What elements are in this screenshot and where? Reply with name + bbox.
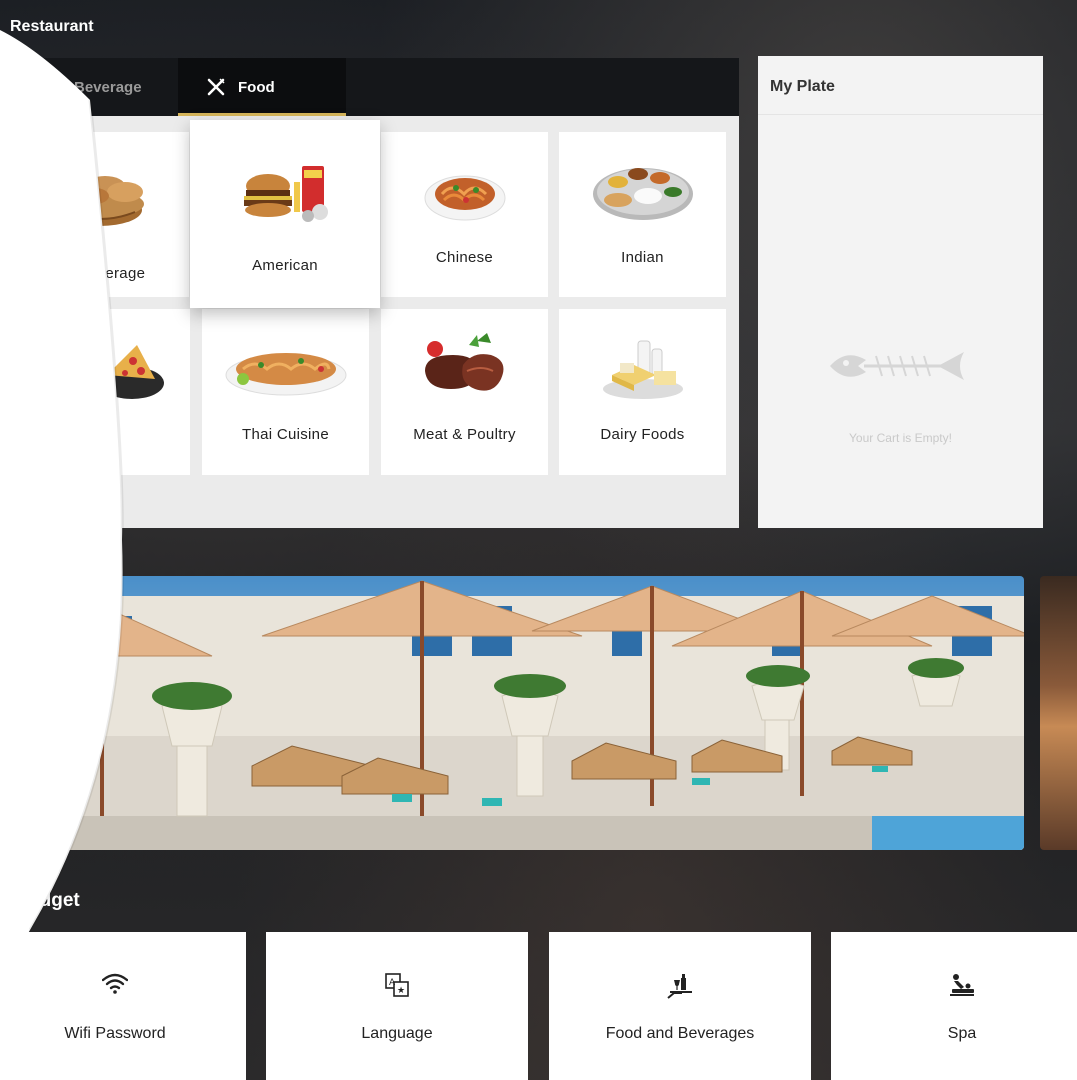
widget-food-and-beverages[interactable]: Food and Beverages [549, 932, 811, 1080]
widget-section-title: Vidget [22, 890, 80, 911]
widget-label: Spa [947, 1025, 977, 1042]
waiter-tray-icon [667, 974, 692, 999]
category-card-bakery[interactable]: l & Beverage [12, 132, 189, 297]
category-grid: l & Beverage American Chinese Indian ean… [12, 116, 739, 528]
thali-platter-icon [592, 168, 693, 220]
category-label: Chinese [435, 249, 494, 266]
category-label: Indian [621, 249, 664, 266]
wine-bottle-glass-icon [40, 76, 62, 98]
svg-text:A: A [389, 978, 396, 988]
wifi-icon [102, 973, 128, 994]
pizza-icon [100, 345, 164, 399]
category-label: Dairy Foods [600, 426, 685, 443]
burger-meal-icon [244, 166, 328, 222]
category-card-meat-poultry[interactable]: Meat & Poultry [381, 309, 548, 475]
category-label: Meat & Poultry [413, 426, 516, 443]
tab-beverage[interactable]: Beverage [12, 58, 178, 116]
category-label: American [252, 257, 318, 274]
tab-bar: Beverage Food [12, 58, 739, 116]
dairy-products-icon [602, 340, 683, 399]
category-label: ean [88, 426, 114, 443]
steak-icon [424, 333, 503, 391]
pool-deck-umbrellas-photo[interactable] [12, 576, 1024, 850]
divider [758, 114, 1043, 115]
empty-cart-message: Your Cart is Empty! [849, 431, 952, 445]
page-title: Restaurant [10, 18, 94, 35]
widget-label: Wifi Password [64, 1025, 166, 1042]
widget-language[interactable]: A ★ Language [266, 932, 528, 1080]
plate-title: My Plate [770, 78, 835, 95]
tab-beverage-label: Beverage [74, 78, 142, 96]
category-card-american[interactable]: American [190, 120, 380, 308]
category-card-thai[interactable]: Thai Cuisine [202, 309, 369, 475]
bread-basket-icon [56, 176, 144, 226]
category-card-chinese[interactable]: Chinese [381, 132, 548, 297]
fork-knife-icon [206, 77, 226, 97]
fish-bone-icon [830, 352, 964, 380]
category-label: l & Beverage [55, 265, 146, 282]
tab-food[interactable]: Food [178, 58, 346, 116]
category-card-italian[interactable]: ean [12, 309, 190, 475]
category-label: Thai Cuisine [242, 426, 329, 443]
tab-food-label: Food [238, 78, 275, 96]
massage-icon [950, 974, 974, 996]
category-card-indian[interactable]: Indian [559, 132, 726, 297]
widget-wifi-password[interactable]: Wifi Password [0, 932, 246, 1080]
widget-label: Food and Beverages [605, 1025, 755, 1042]
widget-spa[interactable]: Spa [831, 932, 1077, 1080]
widget-label: Language [361, 1025, 433, 1042]
category-card-dairy[interactable]: Dairy Foods [559, 309, 726, 475]
my-plate-panel: My Plate Your Cart is Empty! [758, 56, 1043, 528]
pad-thai-icon [225, 353, 346, 396]
svg-text:★: ★ [397, 986, 405, 996]
noodles-plate-icon [424, 175, 505, 221]
translate-icon: A ★ [385, 973, 409, 997]
next-banner-photo[interactable] [1040, 576, 1077, 850]
